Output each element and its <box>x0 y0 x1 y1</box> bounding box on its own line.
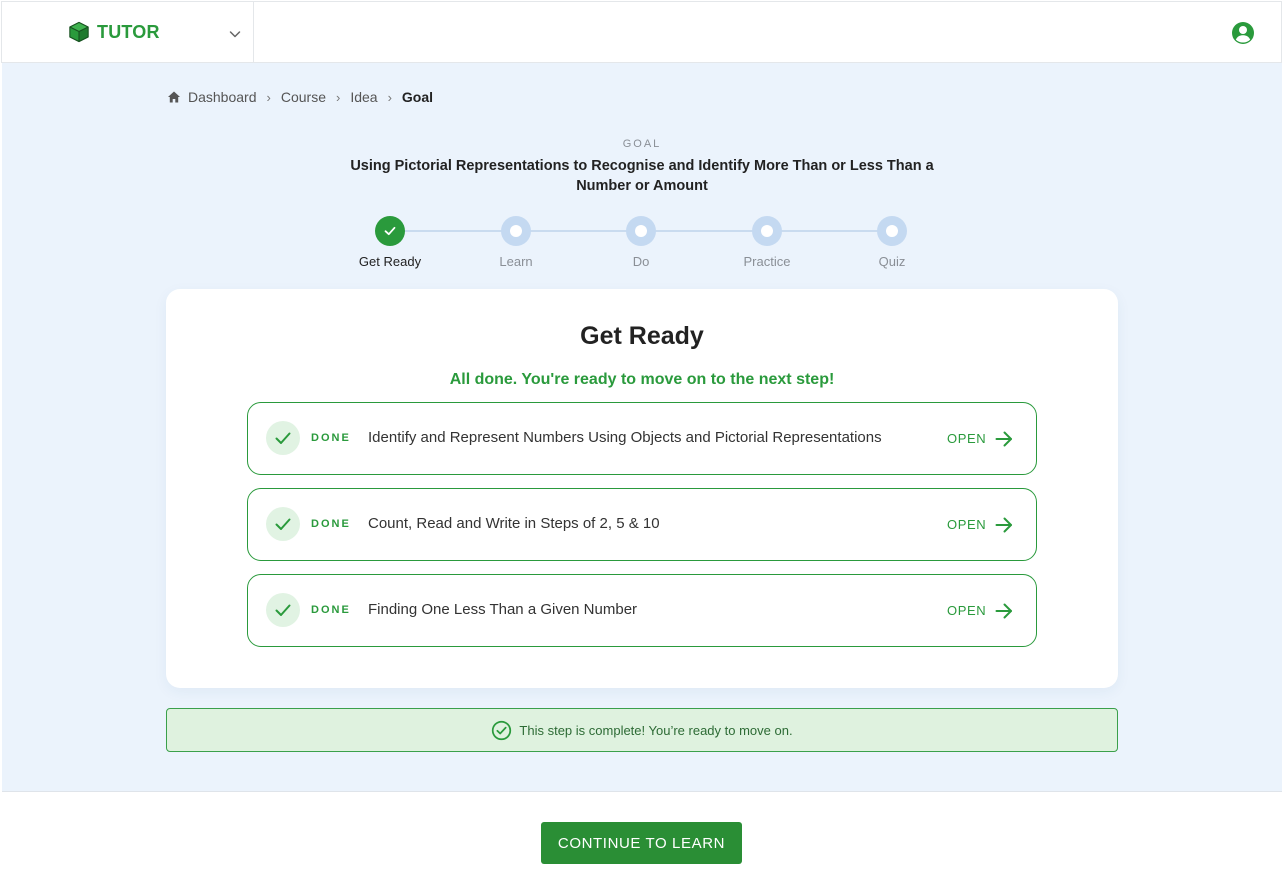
breadcrumb-separator: › <box>266 89 271 105</box>
arrow-right-icon[interactable] <box>994 515 1014 535</box>
check-icon <box>266 593 300 627</box>
breadcrumb-separator: › <box>335 89 341 105</box>
step-dot-icon <box>877 216 907 246</box>
check-icon <box>266 507 300 541</box>
task-name: Finding One Less Than a Given Number <box>368 601 638 618</box>
step-get-ready[interactable]: Get Ready <box>340 216 440 269</box>
top-bar: TUTOR <box>1 1 1282 63</box>
step-dot-icon <box>501 216 531 246</box>
task-name: Count, Read and Write in Steps of 2, 5 &… <box>368 515 660 532</box>
check-circle-icon <box>492 720 512 740</box>
completion-banner: This step is complete! You’re ready to m… <box>166 708 1118 752</box>
step-label: Quiz <box>878 254 906 269</box>
breadcrumb-separator: › <box>387 89 392 105</box>
check-icon <box>266 421 300 455</box>
user-circle-icon[interactable] <box>1231 21 1255 45</box>
breadcrumb: Dashboard › Course › Idea › Goal <box>167 89 433 105</box>
main-content: Dashboard › Course › Idea › Goal GOAL Us… <box>2 63 1282 792</box>
task-status: DONE <box>311 604 351 616</box>
step-label: Practice <box>743 254 791 269</box>
open-link[interactable]: OPEN <box>947 603 986 618</box>
get-ready-card: Get Ready All done. You're ready to move… <box>166 289 1118 688</box>
arrow-right-icon[interactable] <box>994 429 1014 449</box>
banner-text: This step is complete! You’re ready to m… <box>519 722 793 738</box>
step-quiz[interactable]: Quiz <box>842 216 942 269</box>
continue-to-learn-button[interactable]: CONTINUE TO LEARN <box>541 822 742 864</box>
card-status-message: All done. You're ready to move on to the… <box>449 371 835 388</box>
goal-label: GOAL <box>622 138 662 150</box>
step-dot-icon <box>752 216 782 246</box>
task-item[interactable]: DONE Count, Read and Write in Steps of 2… <box>247 488 1037 561</box>
brand-name: TUTOR <box>97 22 160 42</box>
task-status: DONE <box>311 432 351 444</box>
task-item[interactable]: DONE Finding One Less Than a Given Numbe… <box>247 574 1037 647</box>
progress-stepper: Get Ready Learn Do Practice Quiz <box>2 216 1282 276</box>
arrow-right-icon[interactable] <box>994 601 1014 621</box>
task-name: Identify and Represent Numbers Using Obj… <box>368 429 882 446</box>
open-link[interactable]: OPEN <box>947 517 986 532</box>
task-status: DONE <box>311 518 351 530</box>
brand-switcher[interactable]: TUTOR <box>2 2 254 62</box>
task-item[interactable]: DONE Identify and Represent Numbers Usin… <box>247 402 1037 475</box>
breadcrumb-idea[interactable]: Idea <box>350 89 377 105</box>
breadcrumb-current: Goal <box>401 89 434 105</box>
check-icon <box>375 216 405 246</box>
step-learn[interactable]: Learn <box>466 216 566 269</box>
step-practice[interactable]: Practice <box>717 216 817 269</box>
open-link[interactable]: OPEN <box>947 431 986 446</box>
step-do[interactable]: Do <box>591 216 691 269</box>
goal-title: Using Pictorial Representations to Recog… <box>350 158 934 194</box>
home-icon[interactable] <box>167 90 181 104</box>
step-dot-icon <box>626 216 656 246</box>
step-label: Get Ready <box>358 254 422 269</box>
card-title: Get Ready <box>580 322 704 350</box>
footer-bar: CONTINUE TO LEARN <box>0 792 1284 894</box>
step-label: Learn <box>499 254 533 269</box>
breadcrumb-dashboard[interactable]: Dashboard <box>188 89 257 105</box>
cube-icon <box>69 21 89 43</box>
breadcrumb-course[interactable]: Course <box>281 89 326 105</box>
chevron-down-icon[interactable] <box>227 26 243 42</box>
step-label: Do <box>632 254 650 269</box>
